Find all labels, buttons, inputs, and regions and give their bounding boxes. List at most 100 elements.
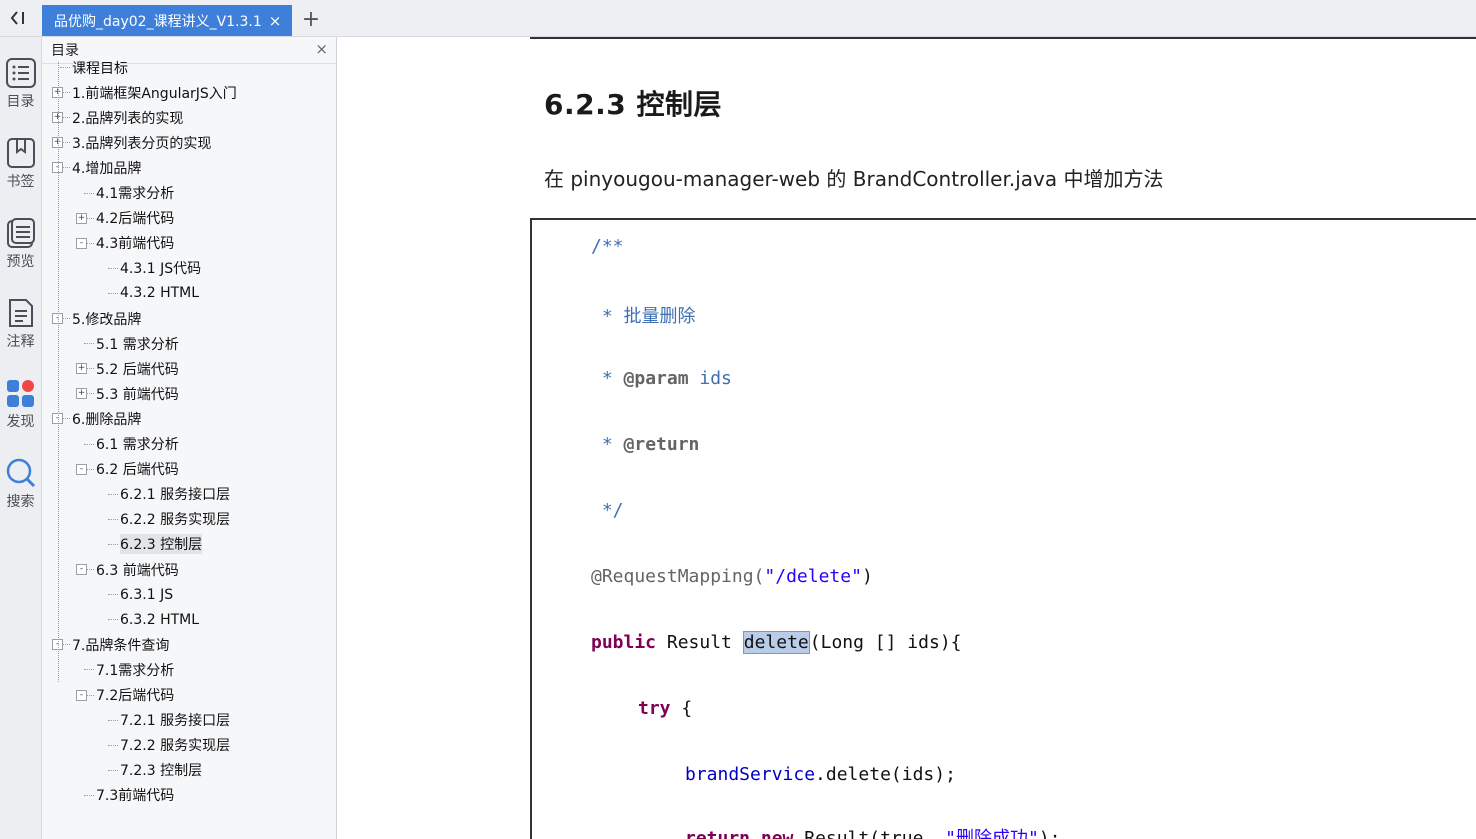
toc-item[interactable]: 6.3 前端代码: [96, 557, 179, 582]
toc-item-label: 6.2.3 控制层: [120, 534, 203, 555]
code-line: try {: [638, 698, 692, 719]
rail-item-discover[interactable]: 发现: [0, 377, 41, 431]
toc-close-button[interactable]: ×: [315, 40, 328, 58]
code-token: ): [861, 566, 873, 587]
search-icon: [6, 458, 35, 488]
toc-item-label: 6.3.1 JS: [120, 586, 174, 603]
toc-item[interactable]: 7.2后端代码: [96, 683, 174, 708]
selected-token: delete: [742, 631, 810, 654]
toc-item-label: 4.2后端代码: [96, 211, 175, 228]
tree-connector: [108, 719, 118, 721]
rail-label: 预览: [6, 254, 35, 270]
toc-item[interactable]: 6.3.1 JS: [120, 582, 173, 607]
toc-item-label: 6.3 前端代码: [96, 562, 179, 579]
toc-item[interactable]: 6.2.3 控制层: [120, 532, 203, 557]
toc-item-label: 6.2.2 服务实现层: [120, 512, 231, 529]
toc-item[interactable]: 课程目标: [72, 55, 128, 80]
code-token: *: [591, 368, 624, 389]
rail-item-annotation[interactable]: 注释: [0, 297, 41, 351]
new-tab-button[interactable]: +: [298, 5, 324, 33]
toc-item-label: 7.2.3 控制层: [120, 763, 203, 780]
collapse-left-icon[interactable]: [0, 0, 36, 36]
code-token: (Long [: [809, 632, 886, 653]
tab-title: 品优购_day02_课程讲义_V1.3.1: [54, 13, 262, 30]
toc-item[interactable]: 5.修改品牌: [72, 306, 141, 331]
expand-icon[interactable]: +: [76, 388, 87, 400]
collapse-icon[interactable]: -: [76, 564, 87, 575]
collapse-icon[interactable]: -: [76, 237, 87, 249]
toc-item[interactable]: 7.2.2 服务实现层: [120, 733, 230, 758]
toc-item-label: 7.2后端代码: [96, 688, 175, 704]
rail-item-search[interactable]: 搜索: [0, 457, 41, 511]
code-token: */: [591, 500, 624, 521]
toc-item[interactable]: 7.品牌条件查询: [72, 632, 169, 657]
code-token: .delete(ids);: [815, 764, 956, 785]
toc-item[interactable]: 4.1需求分析: [96, 181, 174, 206]
tree-connector: [84, 443, 94, 445]
code-line: * @return: [591, 434, 700, 455]
rail-item-preview[interactable]: 预览: [0, 217, 41, 271]
toc-item-label: 课程目标: [72, 60, 128, 77]
toc-item[interactable]: 7.2.3 控制层: [120, 758, 202, 783]
toc-item-label: 5.2 后端代码: [96, 361, 179, 378]
toc-list-icon: [5, 58, 36, 88]
rail-item-toc[interactable]: 目录: [0, 57, 41, 111]
toc-item[interactable]: 3.品牌列表分页的实现: [72, 130, 211, 155]
code-token: {: [670, 698, 693, 719]
toc-item[interactable]: 4.3.2 HTML: [120, 281, 199, 306]
tree-connector: [84, 669, 94, 671]
toc-item[interactable]: 2.品牌列表的实现: [72, 105, 183, 130]
toc-item[interactable]: 4.3.1 JS代码: [120, 256, 201, 281]
code-line: */: [591, 500, 624, 521]
code-token: Result: [656, 632, 743, 653]
code-token: @param: [623, 368, 689, 389]
tree-connector: [108, 769, 118, 771]
toc-item[interactable]: 7.1需求分析: [96, 657, 174, 682]
code-token: ]: [885, 632, 897, 653]
toc-item[interactable]: 5.1 需求分析: [96, 331, 179, 356]
rail-label: 搜索: [6, 494, 35, 510]
code-token: return: [685, 828, 751, 839]
collapse-icon[interactable]: -: [76, 463, 87, 475]
toc-item[interactable]: 7.2.1 服务接口层: [120, 708, 230, 733]
expand-icon[interactable]: +: [76, 212, 87, 224]
toc-item-label: 6.1 需求分析: [96, 437, 179, 453]
code-token: * 批量删除: [591, 306, 696, 327]
toc-item[interactable]: 6.2.1 服务接口层: [120, 482, 230, 507]
document-tab[interactable]: 品优购_day02_课程讲义_V1.3.1 ×: [42, 5, 292, 36]
toc-item[interactable]: 1.前端框架AngularJS入门: [72, 80, 237, 105]
tree-connector: [60, 67, 70, 68]
body-paragraph: 在 pinyougou-manager-web 的 BrandControlle…: [544, 167, 1164, 191]
discover-icon: [6, 380, 34, 407]
collapse-icon[interactable]: -: [76, 689, 87, 701]
toc-item[interactable]: 6.删除品牌: [72, 406, 141, 431]
toc-item[interactable]: 6.1 需求分析: [96, 432, 179, 457]
toc-item-label: 4.3前端代码: [96, 236, 175, 253]
toc-item-label: 7.3前端代码: [96, 788, 175, 805]
toc-item-label: 5.1 需求分析: [96, 336, 179, 353]
toc-item-label: 7.1需求分析: [96, 662, 175, 679]
toc-item[interactable]: 5.3 前端代码: [96, 381, 179, 406]
toc-item[interactable]: 6.2.2 服务实现层: [120, 507, 230, 532]
expand-icon[interactable]: +: [76, 363, 87, 375]
toc-item[interactable]: 5.2 后端代码: [96, 356, 179, 381]
toc-item-label: 6.2.1 服务接口层: [120, 487, 231, 504]
tab-close-button[interactable]: ×: [266, 12, 284, 30]
rail-item-bookmark[interactable]: 书签: [0, 137, 41, 191]
toc-item-label: 4.3.1 JS代码: [120, 261, 202, 278]
code-token: @return: [623, 434, 700, 455]
toc-item[interactable]: 7.3前端代码: [96, 783, 174, 808]
code-token: "/delete": [764, 566, 862, 587]
code-line: /**: [591, 236, 624, 257]
toc-item[interactable]: 6.3.2 HTML: [120, 607, 199, 632]
section-heading: 6.2.3 控制层: [544, 88, 722, 121]
toc-item[interactable]: 4.3前端代码: [96, 231, 174, 256]
toc-item[interactable]: 4.增加品牌: [72, 155, 141, 180]
toc-item[interactable]: 6.2 后端代码: [96, 457, 179, 482]
tree-connector: [108, 292, 118, 294]
code-token: );: [1038, 828, 1061, 839]
toc-item-label: 6.删除品牌: [72, 411, 142, 428]
tree-guide: [58, 62, 59, 682]
tree-connector: [108, 543, 118, 545]
toc-item[interactable]: 4.2后端代码: [96, 206, 174, 231]
